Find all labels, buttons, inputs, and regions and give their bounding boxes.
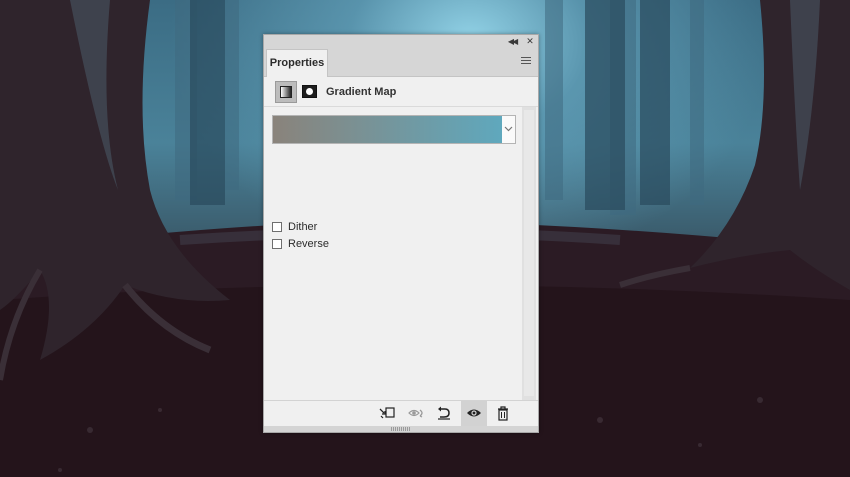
clip-to-layer-button[interactable]	[374, 401, 400, 426]
panel-titlebar[interactable]: ◀◀ ✕	[264, 35, 538, 48]
layer-mask-icon[interactable]	[302, 85, 317, 98]
dither-label: Dither	[288, 221, 318, 233]
eye-previous-state-icon	[408, 409, 423, 418]
hamburger-menu-icon[interactable]	[521, 57, 531, 65]
resize-grip[interactable]	[264, 426, 538, 432]
properties-content: Dither Reverse	[264, 107, 522, 400]
gradient-preview[interactable]	[273, 116, 502, 143]
reset-icon	[438, 406, 450, 420]
dither-checkbox[interactable]	[272, 222, 282, 232]
clip-to-layer-icon	[379, 407, 395, 419]
scrollbar-thumb[interactable]	[524, 110, 534, 396]
close-icon[interactable]: ✕	[524, 36, 536, 47]
double-chevron-left-icon[interactable]: ◀◀	[506, 36, 518, 47]
delete-button[interactable]	[490, 401, 516, 426]
panel-footer	[264, 400, 538, 426]
tab-properties-label: Properties	[269, 57, 325, 69]
toggle-visibility-button[interactable]	[461, 401, 487, 426]
eye-icon	[467, 409, 481, 417]
tab-strip: Properties	[264, 48, 538, 77]
reverse-label: Reverse	[288, 238, 329, 250]
gradient-picker[interactable]	[272, 115, 516, 144]
view-previous-state-button[interactable]	[403, 401, 429, 426]
gradient-map-adjustment-icon[interactable]	[275, 81, 297, 103]
adjustment-header: Gradient Map	[264, 78, 538, 107]
vertical-scrollbar[interactable]	[522, 107, 536, 400]
properties-panel: ◀◀ ✕ Properties Gradient Map Dither Reve…	[263, 34, 539, 433]
chevron-down-icon[interactable]	[502, 116, 515, 143]
reverse-checkbox[interactable]	[272, 239, 282, 249]
tab-properties[interactable]: Properties	[266, 49, 328, 77]
trash-icon	[498, 406, 508, 421]
adjustment-title: Gradient Map	[326, 86, 397, 98]
reset-button[interactable]	[431, 401, 457, 426]
